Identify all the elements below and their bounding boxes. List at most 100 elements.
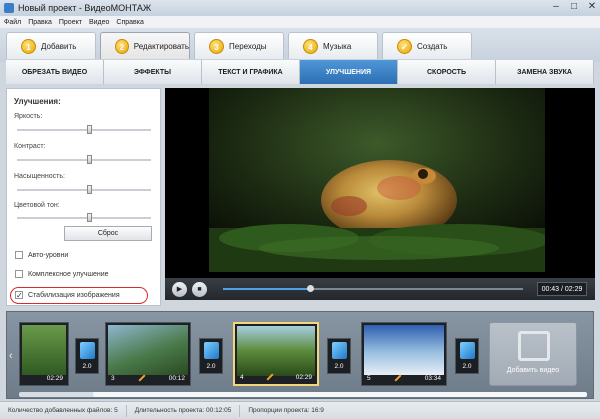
- transition-icon: [204, 342, 219, 359]
- menu-edit[interactable]: Правка: [28, 19, 52, 26]
- clip-number: 3: [111, 374, 115, 382]
- clip-duration: 00:12: [168, 374, 185, 382]
- complex-enhance-label: Комплексное улучшение: [28, 270, 109, 278]
- clip-thumbnail: [237, 326, 315, 376]
- auto-levels-option[interactable]: Авто-уровни: [15, 251, 68, 259]
- player-controls: ▶ ■ 00:43 / 02:29: [165, 278, 595, 300]
- transition-item[interactable]: 2.0: [327, 338, 351, 374]
- add-video-button[interactable]: Добавить видео: [489, 322, 577, 386]
- files-count: Количество добавленных файлов: 5: [0, 404, 127, 417]
- clip-item-selected[interactable]: 4 02:29: [233, 322, 319, 386]
- slider-handle[interactable]: [87, 125, 92, 134]
- tab-replace-sound[interactable]: ЗАМЕНА ЗВУКА: [496, 60, 594, 84]
- step-number: 1: [21, 38, 36, 54]
- slider-handle[interactable]: [87, 185, 92, 194]
- step-label: Добавить: [41, 41, 77, 51]
- brightness-label: Яркость:: [14, 113, 43, 120]
- title-bar: Новый проект - ВидеоМОНТАЖ – □ ✕: [0, 0, 600, 16]
- clip-strip: ‹ 02:29 2.0 3 00:12 2.0 4 02:29 2.0 5 03…: [7, 316, 595, 394]
- tab-enhancements[interactable]: УЛУЧШЕНИЯ: [300, 60, 398, 84]
- step-transitions[interactable]: 3 Переходы: [194, 32, 284, 59]
- auto-levels-checkbox[interactable]: [15, 251, 23, 259]
- tab-speed[interactable]: СКОРОСТЬ: [398, 60, 496, 84]
- step-edit[interactable]: 2 Редактировать: [100, 32, 190, 59]
- transition-item[interactable]: 2.0: [199, 338, 223, 374]
- edit-tabs: ОБРЕЗАТЬ ВИДЕО ЭФФЕКТЫ ТЕКСТ И ГРАФИКА У…: [6, 60, 594, 84]
- video-preview: ▶ ■ 00:43 / 02:29: [165, 88, 595, 300]
- workflow-steps: 1 Добавить 2 Редактировать 3 Переходы 4 …: [0, 28, 600, 62]
- slider-handle[interactable]: [87, 213, 92, 222]
- menu-bar: Файл Правка Проект Видео Справка: [0, 16, 600, 28]
- close-button[interactable]: ✕: [586, 1, 598, 13]
- step-add[interactable]: 1 Добавить: [6, 32, 96, 59]
- step-music[interactable]: 4 Музыка: [288, 32, 378, 59]
- edit-pencil-icon[interactable]: [394, 374, 402, 382]
- panel-title: Улучшения:: [14, 97, 61, 106]
- playback-progress[interactable]: [223, 285, 523, 292]
- clip-info: 02:29: [22, 373, 66, 383]
- auto-levels-label: Авто-уровни: [28, 251, 69, 259]
- hue-slider[interactable]: [17, 213, 151, 222]
- edit-pencil-icon[interactable]: [138, 374, 146, 382]
- step-create[interactable]: ✓ Создать: [382, 32, 472, 59]
- edit-pencil-icon[interactable]: [266, 373, 274, 381]
- play-button[interactable]: ▶: [172, 281, 187, 297]
- saturation-label: Насыщенность:: [14, 173, 65, 180]
- slider-handle[interactable]: [87, 155, 92, 164]
- window-title: Новый проект - ВидеоМОНТАЖ: [18, 3, 152, 13]
- step-number: 3: [209, 38, 224, 54]
- saturation-slider[interactable]: [17, 185, 151, 194]
- tab-trim[interactable]: ОБРЕЗАТЬ ВИДЕО: [6, 60, 104, 84]
- clip-thumbnail: [364, 325, 444, 375]
- stabilization-label: Стабилизация изображения: [28, 291, 120, 299]
- minimize-button[interactable]: –: [550, 1, 562, 13]
- add-video-label: Добавить видео: [506, 367, 560, 374]
- stabilization-option[interactable]: ✓ Стабилизация изображения: [15, 291, 120, 300]
- timeline: ‹ 02:29 2.0 3 00:12 2.0 4 02:29 2.0 5 03…: [6, 311, 594, 399]
- step-label: Переходы: [229, 41, 267, 51]
- clip-item[interactable]: 02:29: [19, 322, 69, 386]
- clip-duration: 02:29: [46, 374, 63, 382]
- transition-item[interactable]: 2.0: [455, 338, 479, 374]
- menu-file[interactable]: Файл: [4, 19, 21, 26]
- brightness-slider[interactable]: [17, 125, 151, 134]
- app-icon: [4, 3, 14, 13]
- transition-duration: 2.0: [82, 363, 92, 370]
- menu-help[interactable]: Справка: [116, 19, 143, 26]
- progress-handle[interactable]: [307, 285, 314, 292]
- enhancement-panel: Улучшения: Яркость: Контраст: Насыщеннос…: [6, 88, 161, 306]
- clip-item[interactable]: 5 03:34: [361, 322, 447, 386]
- complex-enhance-option[interactable]: Комплексное улучшение: [15, 270, 109, 278]
- menu-video[interactable]: Видео: [89, 19, 109, 26]
- scroll-left-icon[interactable]: ‹: [9, 350, 13, 362]
- maximize-button[interactable]: □: [568, 1, 580, 13]
- hue-label: Цветовой тон:: [14, 202, 60, 209]
- transition-duration: 2.0: [206, 363, 216, 370]
- clip-thumbnail: [108, 325, 188, 375]
- transition-duration: 2.0: [334, 363, 344, 370]
- clip-info: 5 03:34: [364, 373, 444, 383]
- progress-fill: [223, 288, 310, 290]
- stabilization-checkbox[interactable]: ✓: [15, 291, 23, 300]
- time-display: 00:43 / 02:29: [537, 282, 587, 296]
- reset-button[interactable]: Сброс: [64, 226, 152, 241]
- clip-number: 5: [367, 374, 371, 382]
- stop-button[interactable]: ■: [192, 281, 207, 297]
- transition-item[interactable]: 2.0: [75, 338, 99, 374]
- menu-project[interactable]: Проект: [59, 19, 82, 26]
- clip-info: 4 02:29: [237, 372, 315, 382]
- timeline-scrollbar[interactable]: [19, 392, 587, 397]
- film-icon: [518, 331, 550, 361]
- status-bar: Количество добавленных файлов: 5 Длитель…: [0, 401, 600, 419]
- contrast-slider[interactable]: [17, 155, 151, 164]
- step-number: 2: [115, 38, 129, 54]
- tab-text-graphics[interactable]: ТЕКСТ И ГРАФИКА: [202, 60, 300, 84]
- check-icon: ✓: [397, 38, 412, 54]
- transition-icon: [80, 342, 95, 359]
- clip-duration: 02:29: [295, 373, 312, 381]
- scrollbar-thumb[interactable]: [93, 392, 587, 397]
- complex-enhance-checkbox[interactable]: [15, 270, 23, 278]
- clip-item[interactable]: 3 00:12: [105, 322, 191, 386]
- frog-image: [209, 88, 545, 272]
- tab-effects[interactable]: ЭФФЕКТЫ: [104, 60, 202, 84]
